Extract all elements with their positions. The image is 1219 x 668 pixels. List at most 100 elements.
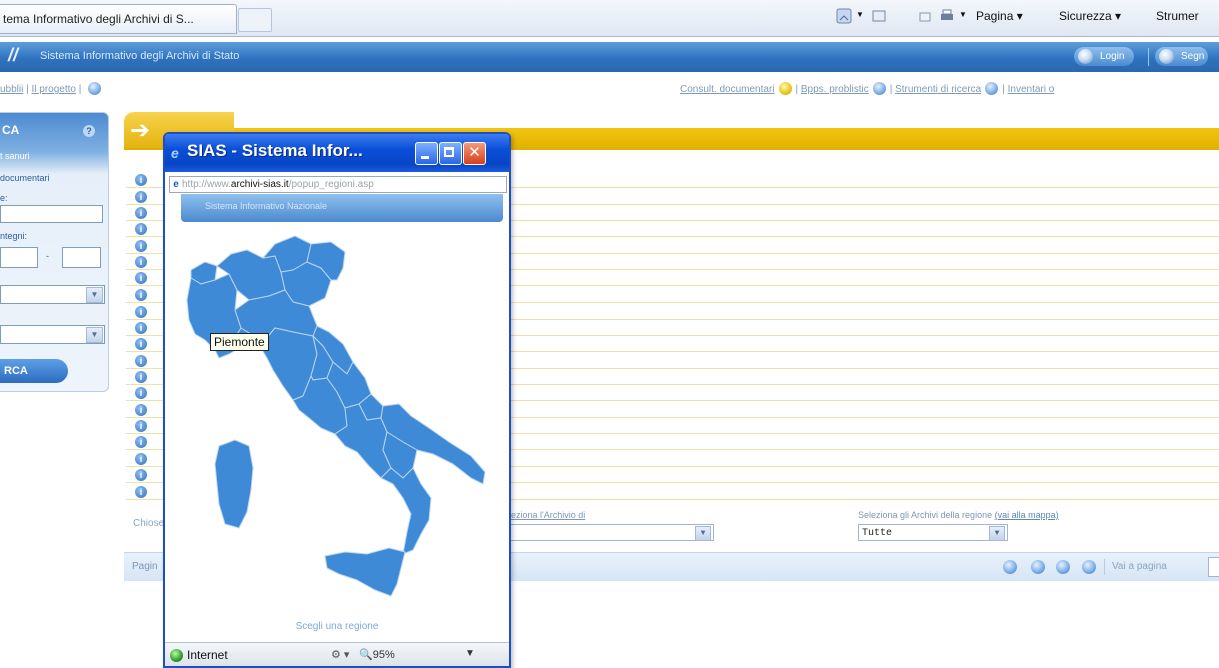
strumenti-icon [985, 82, 999, 95]
popup-address-bar[interactable]: e http://www.archivi-sias.it/popup_region… [169, 176, 507, 193]
info-icon[interactable]: i [135, 289, 147, 301]
close-icon[interactable]: ✕ [463, 142, 486, 165]
chevron-down-icon: ▼ [695, 526, 711, 541]
maximize-icon[interactable] [439, 142, 462, 165]
filter-regione-select[interactable]: Tutte ▼ [858, 524, 1008, 541]
signup-label: Segn [1181, 51, 1205, 62]
date-separator: - [46, 251, 49, 261]
info-icon[interactable]: i [135, 207, 147, 219]
help-icon[interactable]: ? [83, 125, 95, 137]
consult-documentari-icon [778, 82, 792, 95]
info-icon[interactable]: i [135, 272, 147, 284]
browser-command-bar: tema Informativo degli Archivi di S... ▼… [0, 0, 1219, 37]
login-icon [1078, 49, 1093, 64]
info-icon[interactable]: i [135, 436, 147, 448]
name-input[interactable] [0, 205, 103, 223]
choose-region-label: Scegli una regione [295, 621, 379, 632]
choose-label: Chiose [133, 518, 165, 529]
popup-status-bar: Internet ⚙ ▾ 🔍95% ▼ [165, 642, 509, 666]
page-menu-label: Pagina [976, 9, 1014, 23]
header-divider [1148, 48, 1149, 66]
date-from-input[interactable] [0, 247, 38, 268]
subnav-link-progetto[interactable]: Il progetto [32, 84, 76, 95]
search-mode-selected[interactable]: t sanuri [0, 151, 30, 161]
sias-logo: // [8, 45, 19, 65]
link-inventari[interactable]: Inventari o [1008, 84, 1055, 95]
home-page-icon[interactable] [917, 8, 933, 24]
subnav-link-1[interactable]: ubblii [0, 84, 23, 95]
italy-region-map[interactable] [185, 228, 495, 618]
info-icon[interactable]: i [135, 322, 147, 334]
info-icon[interactable]: i [135, 453, 147, 465]
login-button[interactable]: Login [1074, 47, 1135, 66]
info-icon[interactable]: i [135, 404, 147, 416]
chevron-down-icon: ▼ [86, 287, 103, 303]
filter-regione-text: Seleziona gli Archivi della regione [858, 510, 993, 520]
region-sicilia[interactable] [324, 547, 406, 597]
print-dropdown-arrow[interactable]: ▼ [959, 10, 967, 19]
region-sardegna[interactable] [214, 439, 254, 529]
page-icon: e [173, 179, 179, 190]
filter-archivio-select[interactable]: e▼ [496, 524, 714, 541]
search-button[interactable]: RCA [0, 359, 68, 383]
info-icon[interactable]: i [135, 355, 147, 367]
previous-page-icon[interactable] [1031, 560, 1045, 574]
filter-archivio-label: Seleziona l'Archivio di [498, 510, 586, 520]
region-tooltip: Piemonte [210, 333, 269, 351]
go-to-page-input[interactable] [1208, 557, 1219, 577]
filter-regione-label: Seleziona gli Archivi della regione (vai… [858, 510, 1059, 520]
info-icon[interactable]: i [135, 338, 147, 350]
info-icon[interactable]: i [135, 306, 147, 318]
popup-title: SIAS - Sistema Infor... [187, 141, 363, 160]
last-page-icon[interactable] [1082, 560, 1096, 574]
info-icon[interactable]: i [135, 486, 147, 498]
search-select-2[interactable]: ▼ [0, 325, 105, 344]
info-icon[interactable]: i [135, 223, 147, 235]
signup-icon [1159, 49, 1174, 64]
read-mail-icon[interactable] [871, 8, 887, 24]
signup-button[interactable]: Segn [1155, 47, 1209, 66]
info-icon[interactable]: i [135, 240, 147, 252]
tools-menu-label: Strumer [1156, 9, 1199, 23]
minimize-icon[interactable] [415, 142, 438, 165]
info-icon[interactable]: i [135, 174, 147, 186]
zoom-level[interactable]: 🔍95% [359, 648, 395, 661]
first-page-icon[interactable] [1003, 560, 1017, 574]
link-strumenti-ricerca[interactable]: Strumenti di ricerca [895, 84, 981, 95]
browser-tab-title: tema Informativo degli Archivi di S... [3, 12, 194, 26]
page-menu[interactable]: Pagina ▾ [976, 9, 1023, 23]
zoom-dropdown-arrow[interactable]: ▼ [465, 648, 475, 659]
search-select-1[interactable]: ▼ [0, 285, 105, 304]
info-icon[interactable]: i [135, 371, 147, 383]
info-icon[interactable]: i [135, 191, 147, 203]
address-prefix: http://www. [182, 179, 231, 190]
pager-label: Pagin [132, 561, 158, 572]
help-icon[interactable] [88, 82, 102, 95]
search-panel: CA ? t sanuri documentari e: ntegni: - ▼… [0, 112, 109, 392]
info-icon[interactable]: i [135, 387, 147, 399]
new-tab-button[interactable] [238, 8, 272, 32]
link-consult-documentari[interactable]: Consult. documentari [680, 84, 775, 95]
go-to-map-link[interactable]: (vai alla mappa) [995, 510, 1059, 520]
info-icon[interactable]: i [135, 256, 147, 268]
next-page-icon[interactable] [1056, 560, 1070, 574]
browser-tab[interactable]: tema Informativo degli Archivi di S... [0, 4, 237, 34]
print-icon[interactable] [939, 8, 955, 24]
search-panel-title: CA [2, 123, 20, 137]
filter-regione-value: Tutte [862, 528, 893, 539]
security-zone-label: Internet [187, 648, 228, 662]
region-map-popup: e SIAS - Sistema Infor... ✕ e http://www.… [163, 132, 511, 668]
security-menu[interactable]: Sicurezza ▾ [1059, 9, 1121, 23]
region-calabria[interactable] [380, 467, 432, 555]
feeds-icon[interactable] [836, 8, 852, 24]
info-icon[interactable]: i [135, 420, 147, 432]
top-links: Consult. documentari | Bpps. problistic | … [680, 82, 1055, 95]
link-bpps[interactable]: Bpps. problistic [801, 84, 869, 95]
popup-titlebar[interactable]: e SIAS - Sistema Infor... ✕ [165, 134, 509, 172]
protected-mode-icon[interactable]: ⚙ ▾ [331, 648, 349, 661]
address-domain: archivi-sias.it [230, 179, 289, 190]
info-icon[interactable]: i [135, 469, 147, 481]
feeds-dropdown-arrow[interactable]: ▼ [856, 10, 864, 19]
tools-menu[interactable]: Strumer [1156, 9, 1199, 23]
date-to-input[interactable] [62, 247, 101, 268]
